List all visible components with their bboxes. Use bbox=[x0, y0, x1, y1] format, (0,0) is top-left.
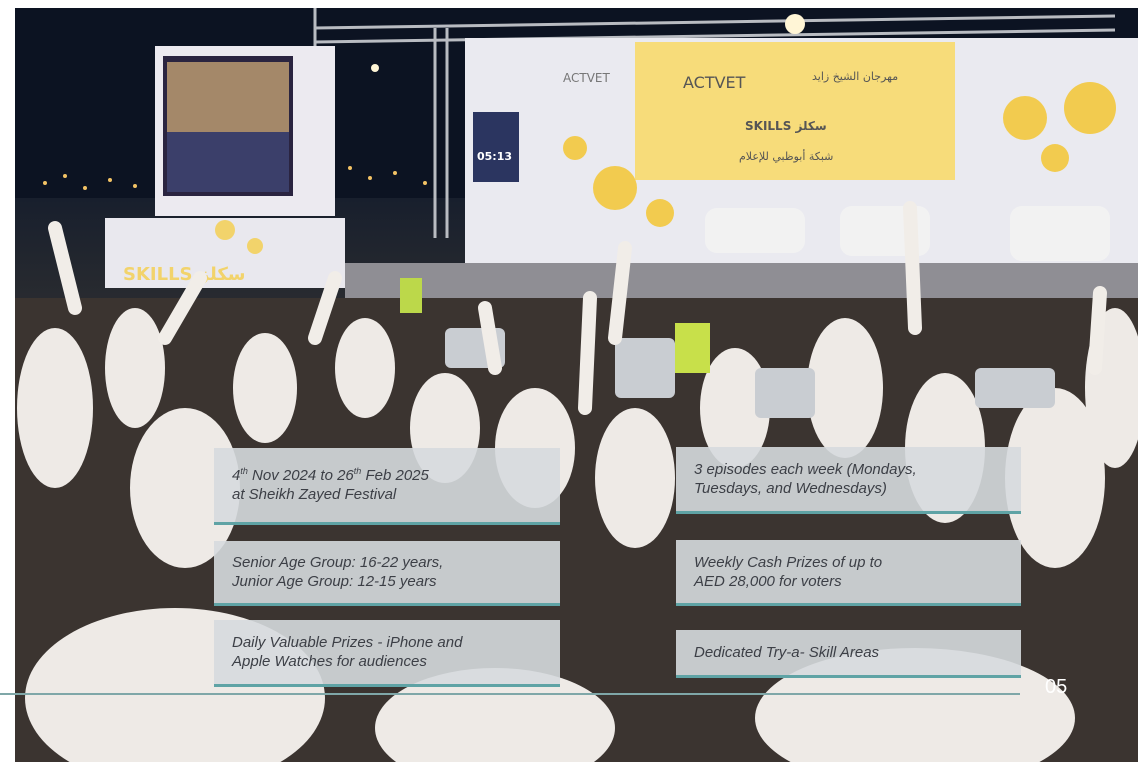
daily-line1: Daily Valuable Prizes - iPhone and bbox=[232, 634, 463, 651]
info-card-dates: 4th Nov 2024 to 26th Feb 2025 at Sheikh … bbox=[214, 448, 560, 525]
info-card-daily-prizes: Daily Valuable Prizes - iPhone and Apple… bbox=[214, 620, 560, 687]
info-card-age-groups: Senior Age Group: 16-22 years, Junior Ag… bbox=[214, 541, 560, 606]
banner-skills-text: SKILLS سكلز bbox=[123, 264, 246, 285]
info-card-episodes: 3 episodes each week (Mondays, Tuesdays,… bbox=[676, 447, 1021, 514]
footer-divider bbox=[0, 693, 1020, 695]
screen-festival-text: مهرجان الشيخ زايد bbox=[812, 70, 898, 83]
info-card-cash-prizes: Weekly Cash Prizes of up to AED 28,000 f… bbox=[676, 540, 1021, 606]
cash-line2: AED 28,000 for voters bbox=[694, 572, 842, 590]
screen-logo-left-text: ACTVET bbox=[563, 71, 610, 85]
info-card-try-a-skill: Dedicated Try-a- Skill Areas bbox=[676, 630, 1021, 678]
staff-vest bbox=[400, 278, 422, 313]
timer-panel bbox=[473, 112, 519, 182]
page-number: 05 bbox=[1045, 676, 1068, 698]
dates-line2: at Sheikh Zayed Festival bbox=[232, 486, 397, 503]
cash-line1: Weekly Cash Prizes of up to bbox=[694, 553, 883, 571]
screen-logo-text: ACTVET bbox=[683, 73, 746, 92]
age-line1: Senior Age Group: 16-22 years, bbox=[232, 554, 444, 571]
timer-text: 05:13 bbox=[477, 150, 512, 163]
episodes-line2: Tuesdays, and Wednesdays) bbox=[694, 480, 887, 497]
tryskill-line1: Dedicated Try-a- Skill Areas bbox=[694, 644, 880, 661]
screen-skills-text: SKILLS سكلز bbox=[745, 119, 827, 133]
screen-tagline-text: شبكة أبوظبي للإعلام bbox=[739, 149, 833, 163]
age-line2: Junior Age Group: 12-15 years bbox=[232, 573, 437, 590]
episodes-line1: 3 episodes each week (Mondays, bbox=[694, 461, 917, 478]
daily-line2: Apple Watches for audiences bbox=[232, 653, 427, 670]
staff-vest bbox=[675, 323, 710, 373]
dates-line1: 4th Nov 2024 to 26th Feb 2025 bbox=[232, 466, 429, 485]
